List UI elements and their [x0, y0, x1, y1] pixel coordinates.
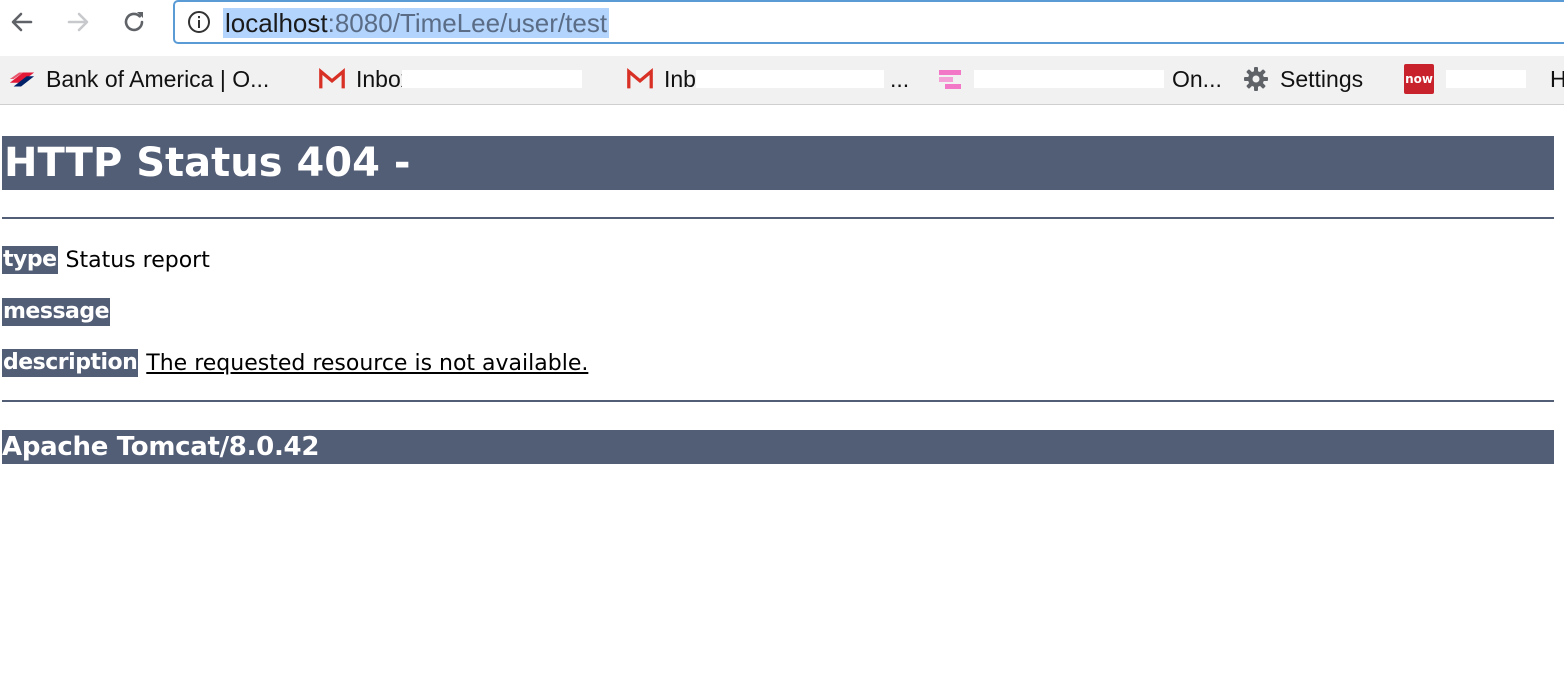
servicenow-icon: now	[1404, 64, 1434, 94]
bookmark-label: On...	[1172, 65, 1222, 92]
info-icon[interactable]	[187, 10, 211, 34]
ellipsis: ...	[889, 65, 910, 92]
reload-icon	[124, 12, 144, 32]
bookmark-label: Inb	[664, 65, 696, 92]
redaction	[1446, 70, 1526, 88]
redaction	[402, 70, 583, 88]
server-footer: Apache Tomcat/8.0.42	[2, 430, 1554, 464]
divider	[2, 217, 1554, 219]
back-arrow-icon	[11, 12, 33, 32]
divider	[2, 400, 1554, 402]
browser-toolbar: localhost:8080/TimeLee/user/test	[0, 0, 1564, 50]
type-value: Status report	[65, 247, 210, 273]
bookmark-pink-app[interactable]: On...	[936, 64, 1222, 94]
description-row: description The requested resource is no…	[2, 349, 588, 377]
redaction	[974, 70, 1164, 88]
reload-button[interactable]	[118, 6, 150, 38]
page-title: HTTP Status 404 -	[2, 136, 1554, 190]
url-path: :8080/TimeLee/user/test	[327, 8, 608, 38]
url-text[interactable]: localhost:8080/TimeLee/user/test	[223, 8, 610, 38]
pink-app-icon	[936, 67, 964, 91]
bookmark-servicenow[interactable]: now Hor	[1404, 64, 1564, 94]
message-label: message	[2, 298, 111, 326]
message-row: message	[2, 298, 118, 326]
redaction	[695, 70, 884, 88]
url-host: localhost	[225, 8, 328, 38]
bookmark-bank-of-america[interactable]: Bank of America | O...	[8, 64, 269, 94]
bookmark-label: Settings	[1280, 65, 1364, 92]
bookmark-label: Hor	[1550, 65, 1564, 92]
bookmark-gmail-inbox-1[interactable]: Inbox	[318, 64, 583, 94]
forward-arrow-icon	[67, 12, 89, 32]
forward-button[interactable]	[62, 6, 94, 38]
bookmark-gmail-inbox-2[interactable]: Inb ...	[626, 64, 909, 94]
address-bar[interactable]: localhost:8080/TimeLee/user/test	[173, 0, 1564, 44]
bookmark-settings[interactable]: Settings	[1242, 64, 1363, 94]
bookmark-label: Bank of America | O...	[46, 65, 270, 92]
gmail-icon	[626, 67, 654, 91]
type-row: type Status report	[2, 246, 210, 274]
gear-icon	[1242, 67, 1270, 91]
description-value: The requested resource is not available.	[146, 350, 589, 376]
description-label: description	[2, 349, 139, 377]
bookmarks-bar: Bank of America | O... Inbox Inb ... On.…	[0, 56, 1564, 105]
gmail-icon	[318, 67, 346, 91]
back-button[interactable]	[6, 6, 38, 38]
bank-of-america-icon	[8, 67, 36, 91]
type-label: type	[2, 246, 58, 274]
